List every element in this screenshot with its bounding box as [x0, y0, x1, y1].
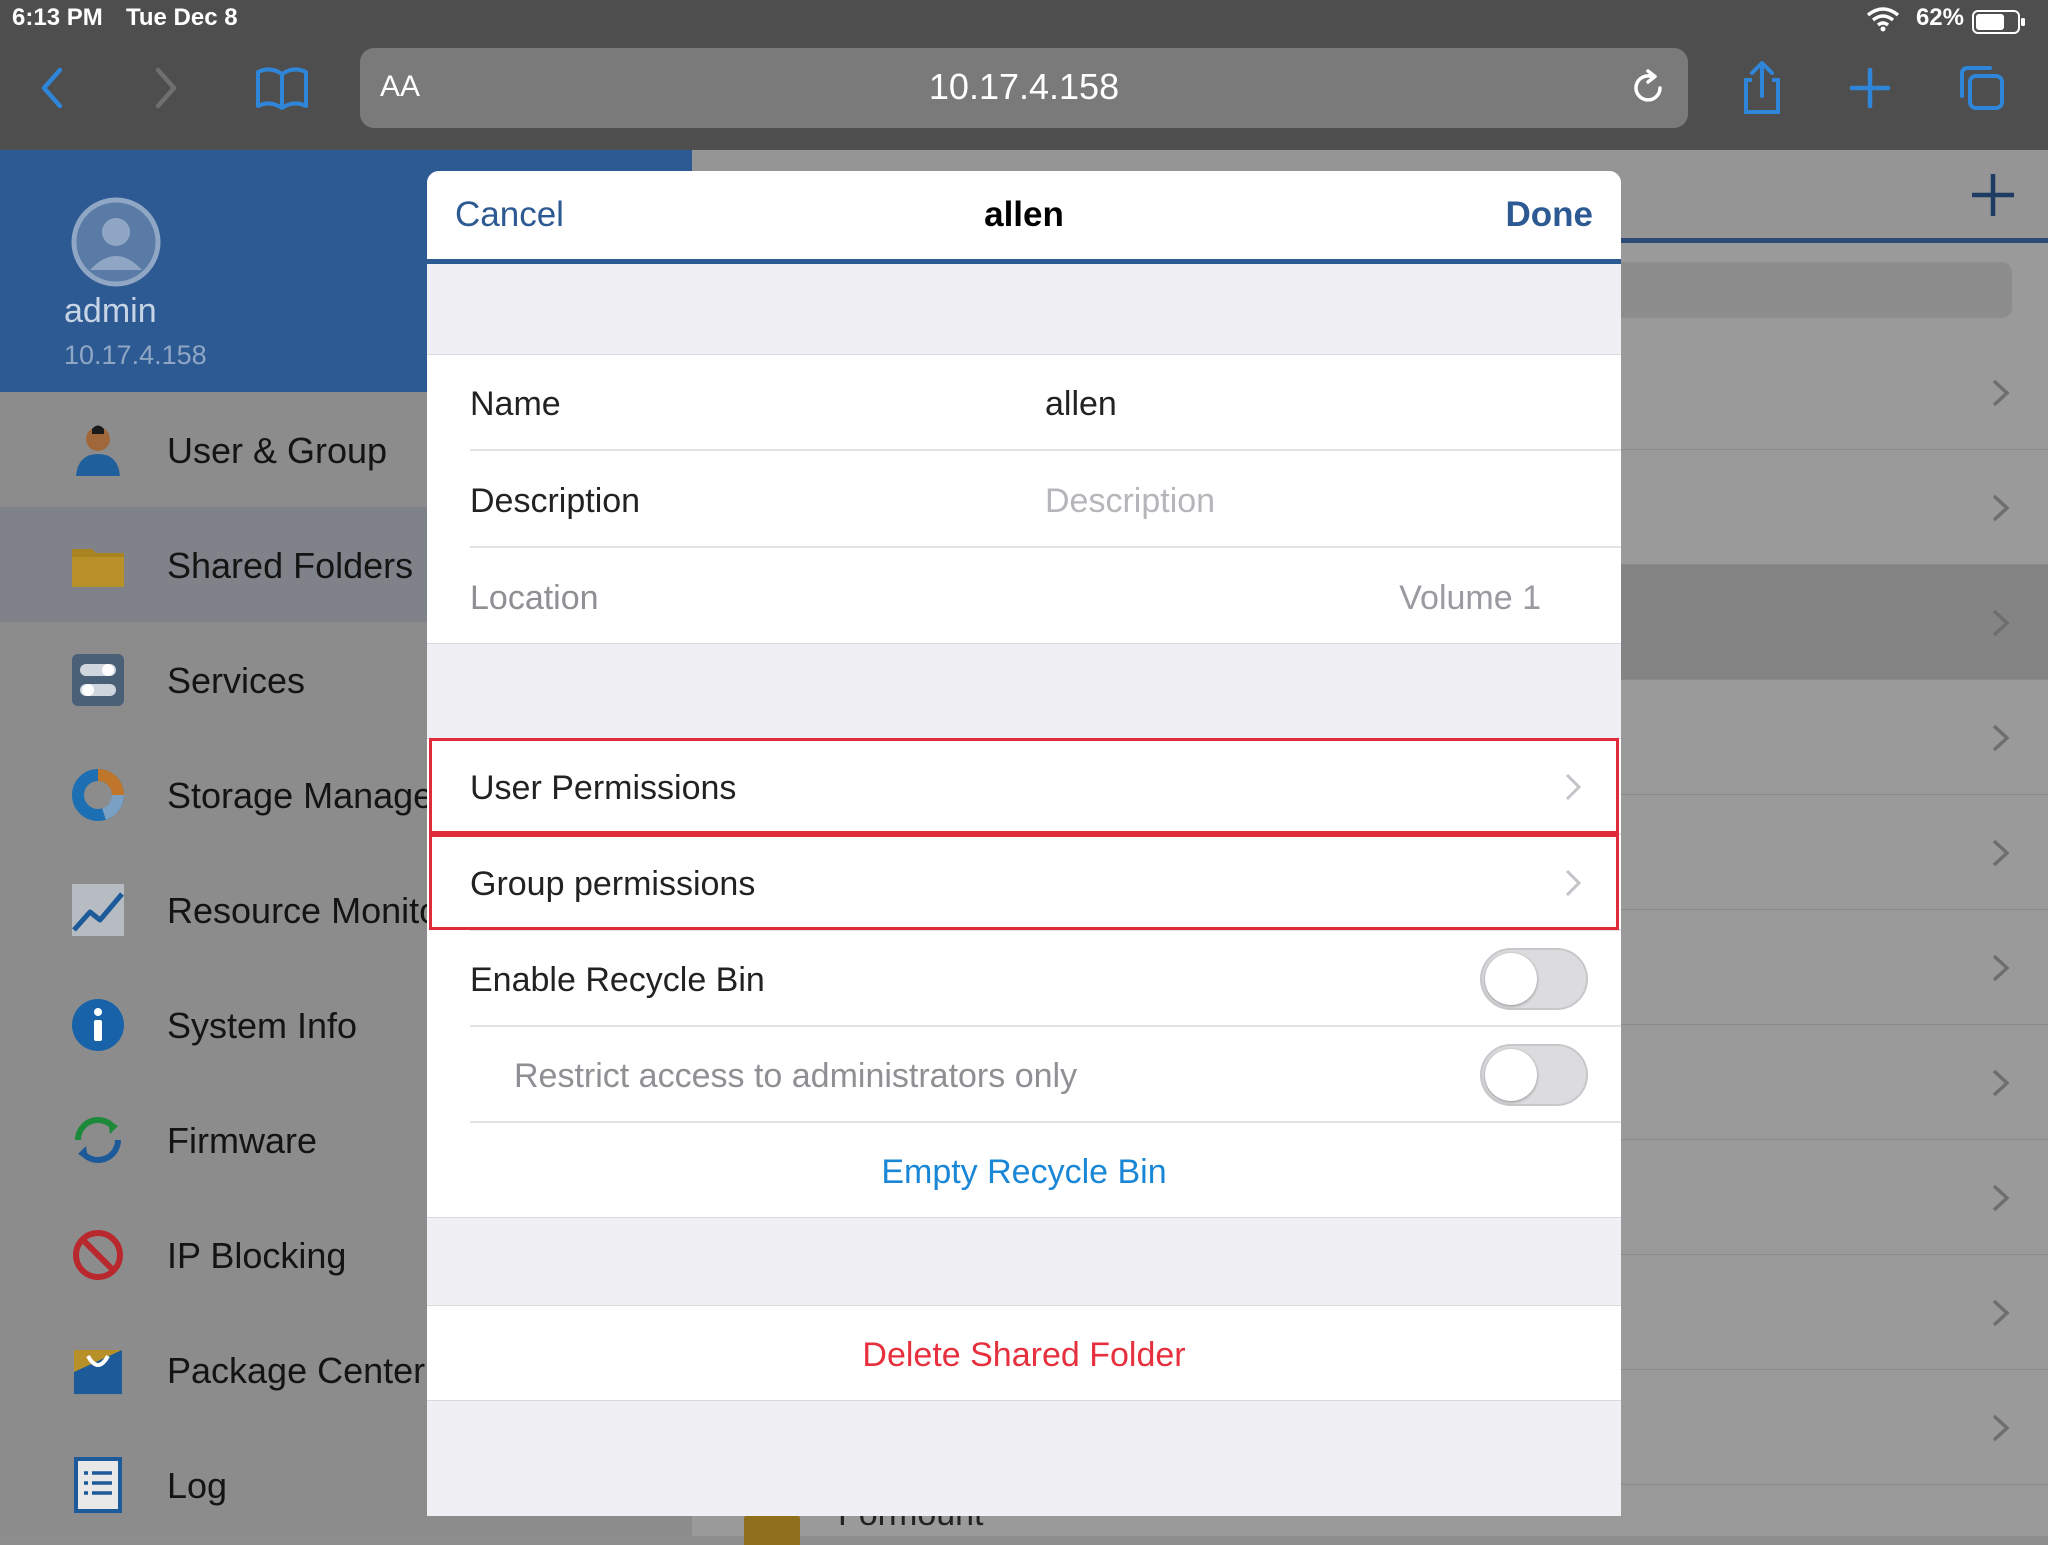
sidebar-item-label: Package Center — [167, 1350, 426, 1391]
enable-recycle-bin-row: Enable Recycle Bin — [427, 931, 1621, 1027]
user-icon — [76, 425, 120, 476]
location-row: Location Volume 1 — [427, 549, 1621, 645]
done-button[interactable]: Done — [1506, 195, 1594, 235]
chevron-right-icon — [1992, 724, 2010, 752]
sidebar-item-label: IP Blocking — [167, 1235, 347, 1276]
location-label: Location — [470, 579, 599, 617]
folder-icon — [744, 1515, 800, 1545]
share-icon[interactable] — [1732, 58, 1792, 118]
toggles-icon — [72, 654, 124, 706]
sidebar-item-label: Log — [167, 1465, 228, 1506]
restrict-access-row: Restrict access to administrators only — [427, 1027, 1621, 1123]
block-icon — [73, 1230, 123, 1280]
restrict-access-label: Restrict access to administrators only — [514, 1057, 1078, 1095]
chevron-right-icon — [1565, 869, 1582, 897]
row-divider — [470, 546, 1621, 548]
delete-row[interactable]: Delete Shared Folder — [427, 1306, 1621, 1402]
user-permissions-label: User Permissions — [470, 769, 737, 807]
chevron-right-icon — [1992, 1414, 2010, 1442]
avatar-icon — [71, 197, 161, 287]
chevron-right-icon — [1992, 1299, 2010, 1327]
toggle-knob — [1485, 1049, 1537, 1101]
chevron-right-icon — [1565, 773, 1582, 801]
description-row[interactable]: Description Description — [427, 452, 1621, 548]
group-permissions-row[interactable]: Group permissions — [427, 835, 1621, 931]
sidebar-item-label: Firmware — [167, 1120, 317, 1161]
profile-ip: 10.17.4.158 — [64, 340, 207, 370]
sidebar-item-label: System Info — [167, 1005, 358, 1046]
status-time: 6:13 PM — [12, 4, 103, 31]
forward-icon[interactable] — [134, 58, 194, 118]
header-divider — [427, 259, 1621, 264]
log-list-icon — [74, 1457, 122, 1513]
chevron-right-icon — [1992, 494, 2010, 522]
url-text[interactable]: 10.17.4.158 — [360, 66, 1688, 108]
folder-icon — [72, 549, 124, 587]
name-label: Name — [470, 385, 561, 423]
chevron-right-icon — [1992, 1069, 2010, 1097]
toggle-knob — [1485, 953, 1537, 1005]
group-permissions-label: Group permissions — [470, 865, 756, 903]
sidebar-item-label: Storage Manager — [167, 775, 446, 816]
chevron-right-icon — [1992, 1184, 2010, 1212]
sidebar-item-label: Resource Monitor — [167, 890, 452, 931]
user-permissions-row[interactable]: User Permissions — [427, 739, 1621, 835]
info-icon — [72, 999, 124, 1051]
bookmarks-icon[interactable] — [252, 58, 312, 118]
enable-recycle-bin-toggle[interactable] — [1480, 948, 1588, 1010]
browser-chrome: 6:13 PM Tue Dec 8 62% AA 10.17.4.158 — [0, 0, 2048, 150]
delete-shared-folder-button[interactable]: Delete Shared Folder — [427, 1336, 1621, 1375]
back-icon[interactable] — [24, 58, 84, 118]
sidebar-item-label: User & Group — [167, 430, 388, 471]
location-value: Volume 1 — [1399, 579, 1541, 617]
permissions-group: User Permissions Group permissions Enabl… — [427, 738, 1621, 1218]
row-divider — [470, 449, 1621, 451]
folder-info-group: Name allen Description Description Locat… — [427, 354, 1621, 644]
reload-icon[interactable] — [1628, 68, 1668, 108]
delete-group: Delete Shared Folder — [427, 1305, 1621, 1401]
chart-line-icon — [72, 884, 124, 936]
empty-recycle-bin-row[interactable]: Empty Recycle Bin — [427, 1123, 1621, 1219]
chevron-right-icon — [1992, 379, 2010, 407]
refresh-icon — [75, 1117, 121, 1163]
empty-recycle-bin-button[interactable]: Empty Recycle Bin — [427, 1153, 1621, 1192]
chevron-right-icon — [1992, 954, 2010, 982]
wifi-icon — [1866, 7, 1900, 32]
package-icon — [74, 1350, 122, 1394]
chevron-right-icon — [1992, 609, 2010, 637]
add-folder-icon[interactable] — [1968, 170, 2018, 220]
enable-recycle-bin-label: Enable Recycle Bin — [470, 961, 765, 999]
storage-ring-icon — [72, 769, 124, 821]
battery-icon — [1972, 10, 2025, 34]
edit-shared-folder-dialog: Cancel allen Done Name allen Description… — [427, 171, 1621, 1516]
sidebar-item-label: Services — [167, 660, 306, 701]
description-input[interactable]: Description — [1045, 482, 1215, 521]
dialog-header: Cancel allen Done — [427, 171, 1621, 261]
new-tab-icon[interactable] — [1840, 58, 1900, 118]
profile-name: admin — [64, 292, 157, 330]
sidebar-item-label: Shared Folders — [167, 545, 414, 586]
dialog-title: allen — [984, 195, 1064, 234]
name-value[interactable]: allen — [1045, 385, 1117, 424]
tabs-icon[interactable] — [1952, 58, 2012, 118]
description-label: Description — [470, 482, 641, 520]
battery-percent: 62% — [1915, 4, 1964, 31]
address-bar[interactable]: AA 10.17.4.158 — [360, 48, 1688, 128]
name-row[interactable]: Name allen — [427, 355, 1621, 451]
restrict-access-toggle[interactable] — [1480, 1044, 1588, 1106]
chevron-right-icon — [1992, 839, 2010, 867]
status-date: Tue Dec 8 — [126, 4, 238, 31]
